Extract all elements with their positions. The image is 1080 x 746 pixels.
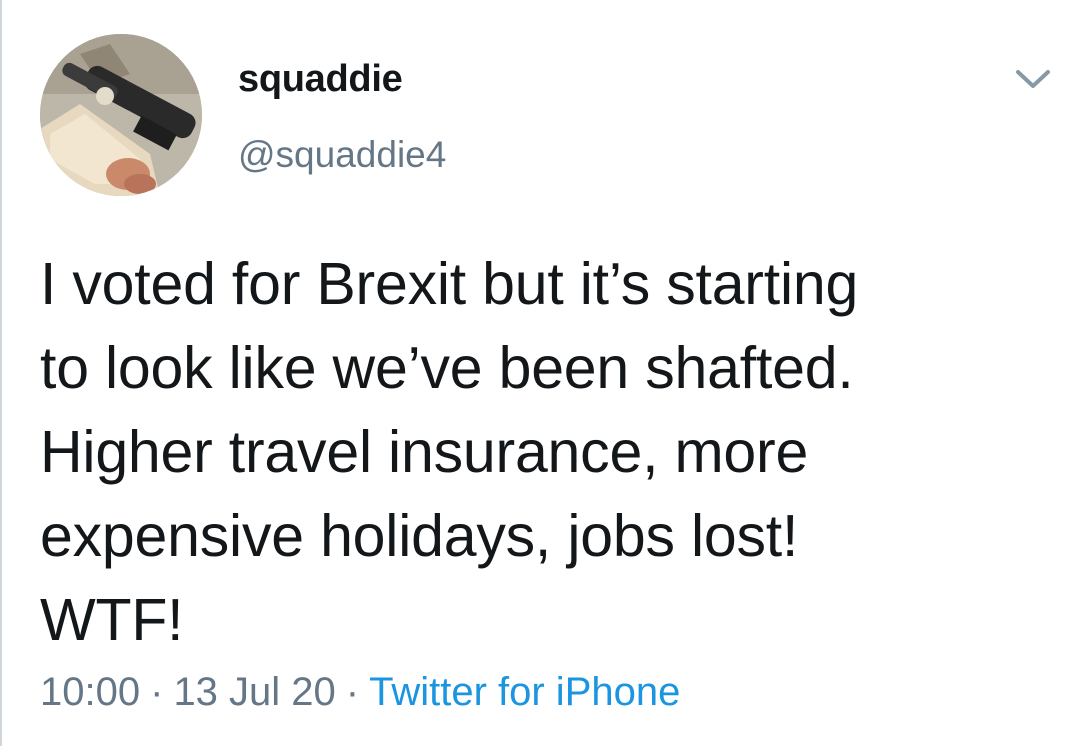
chevron-down-icon[interactable] (1010, 62, 1056, 96)
tweet-source-link[interactable]: Twitter for iPhone (369, 670, 680, 714)
separator-dot: · (345, 670, 360, 714)
tweet-card: squaddie @squaddie4 I voted for Brexit b… (0, 0, 1080, 746)
avatar[interactable] (40, 34, 202, 196)
tweet-text: I voted for Brexit but it’s starting to … (40, 251, 859, 653)
tweet-meta: 10:00 · 13 Jul 20 · Twitter for iPhone (40, 670, 680, 715)
tweet-date[interactable]: 13 Jul 20 (173, 670, 335, 714)
avatar-image (40, 34, 202, 196)
separator-dot: · (150, 670, 164, 714)
user-handle[interactable]: @squaddie4 (238, 134, 446, 176)
display-name[interactable]: squaddie (238, 58, 403, 101)
tweet-time[interactable]: 10:00 (40, 670, 140, 714)
